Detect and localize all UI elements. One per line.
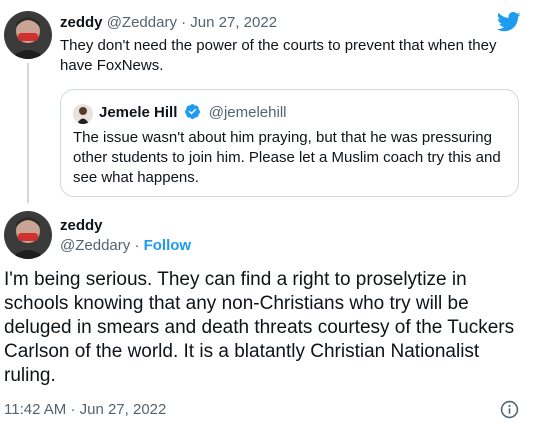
thread-connector-line bbox=[27, 63, 29, 203]
main-tweet-text: I'm being serious. They can find a right… bbox=[4, 269, 515, 386]
follow-button[interactable]: Follow bbox=[144, 237, 192, 254]
reply-separator: · bbox=[181, 14, 187, 31]
main-author-avatar[interactable] bbox=[4, 211, 52, 259]
tweet-embed: zeddy @Zeddary · Jun 27, 2022 They don't… bbox=[0, 0, 537, 431]
main-author-line: @Zeddary · Follow bbox=[60, 236, 191, 256]
quoted-tweet-card[interactable]: Jemele Hill @jemelehill The issue wasn't… bbox=[60, 89, 519, 197]
main-tweet-time: 11:42 AM bbox=[4, 401, 67, 418]
quoted-author-name: Jemele Hill bbox=[99, 104, 178, 121]
twitter-bird-icon[interactable] bbox=[497, 12, 521, 32]
reply-author-handle[interactable]: @Zeddary bbox=[107, 14, 177, 31]
reply-date[interactable]: Jun 27, 2022 bbox=[190, 14, 277, 31]
quoted-author-avatar bbox=[73, 104, 93, 124]
quoted-header: Jemele Hill @jemelehill bbox=[99, 103, 287, 123]
quoted-tweet-text: The issue wasn't about him praying, but … bbox=[73, 129, 501, 186]
main-tweet-timestamp[interactable]: 11:42 AM · Jun 27, 2022 bbox=[4, 400, 166, 420]
main-author-name[interactable]: zeddy bbox=[60, 216, 103, 236]
main-separator: · bbox=[134, 237, 140, 254]
main-meta-separator: · bbox=[70, 401, 76, 418]
verified-badge-icon bbox=[184, 104, 200, 119]
reply-author-avatar[interactable] bbox=[4, 11, 52, 59]
reply-tweet-text: They don't need the power of the courts … bbox=[60, 37, 497, 74]
info-icon[interactable] bbox=[500, 400, 519, 419]
reply-header: zeddy @Zeddary · Jun 27, 2022 bbox=[60, 13, 277, 33]
main-tweet-date: Jun 27, 2022 bbox=[79, 401, 167, 418]
reply-author-name[interactable]: zeddy bbox=[60, 14, 103, 31]
main-author-handle[interactable]: @Zeddary bbox=[60, 237, 130, 254]
quoted-author-handle: @jemelehill bbox=[208, 104, 287, 121]
